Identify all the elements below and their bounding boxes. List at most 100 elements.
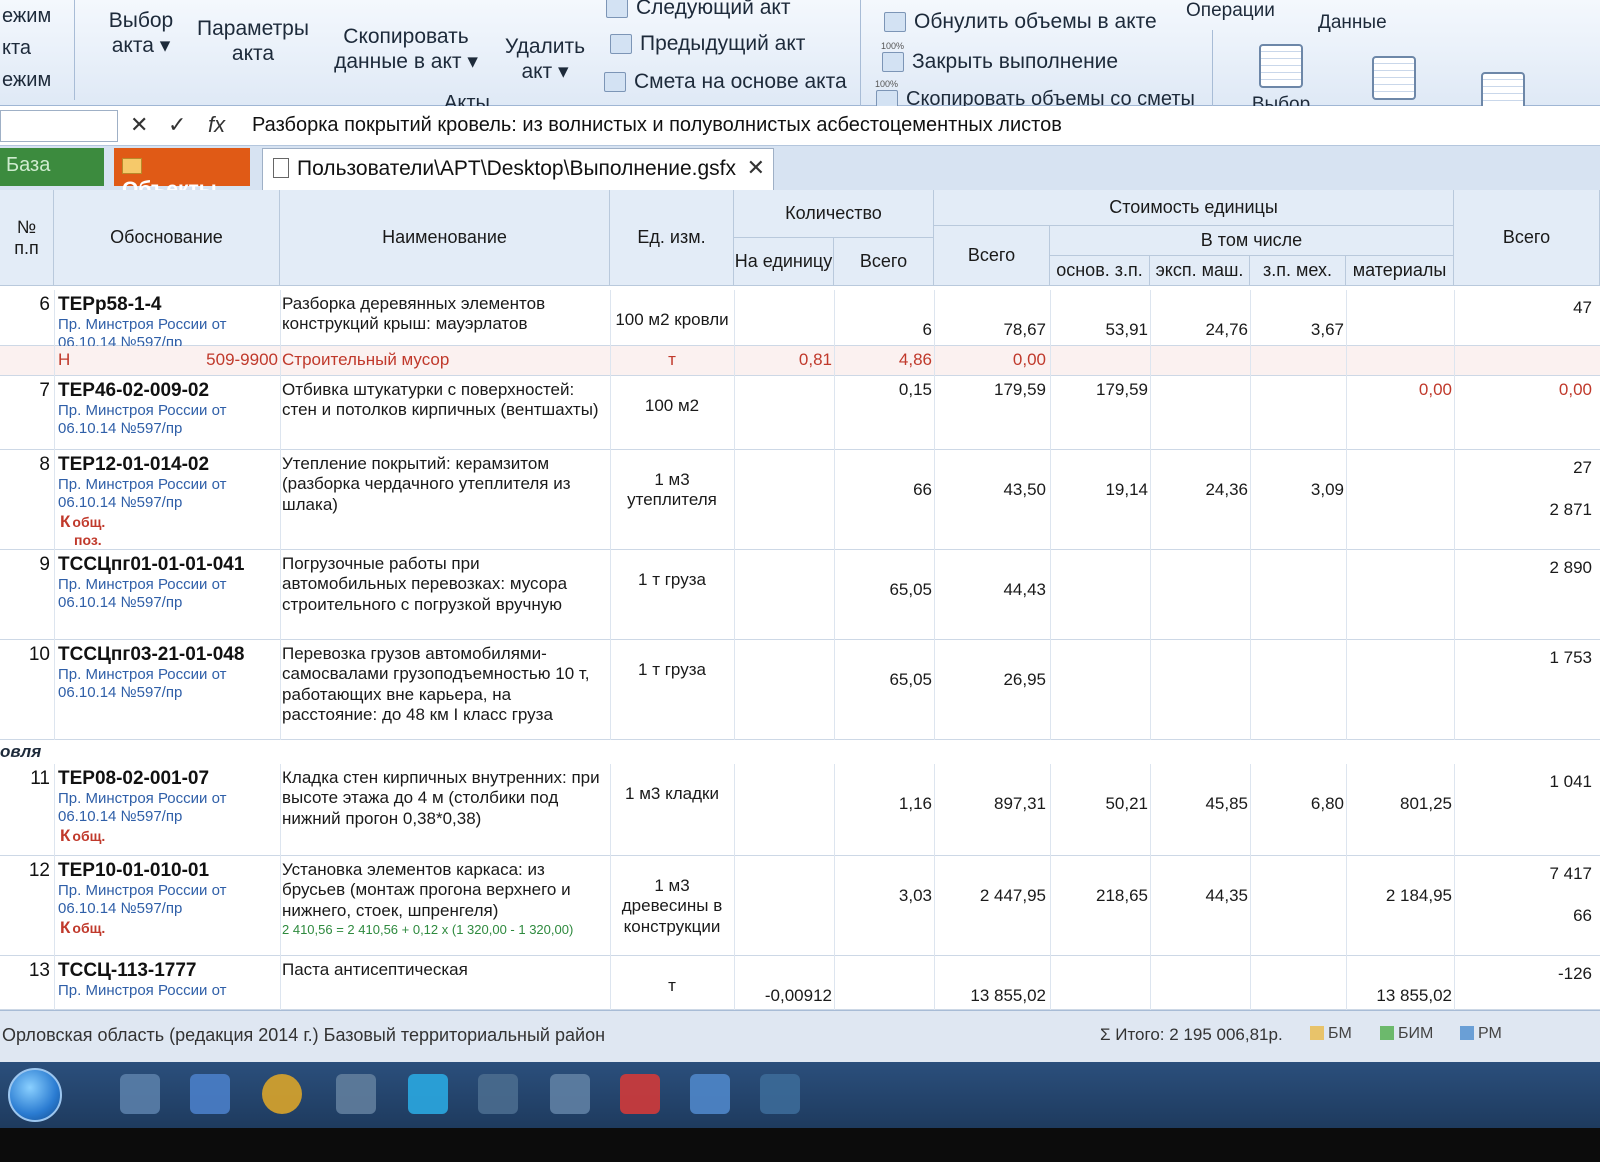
cell-unit[interactable]: 1 м3 утеплителя <box>612 470 732 511</box>
cell-n[interactable]: 8 <box>4 454 50 477</box>
cell-mat[interactable]: 13 855,02 <box>1348 986 1452 1006</box>
start-button-icon[interactable] <box>8 1068 62 1122</box>
cell-n[interactable]: 7 <box>4 380 50 403</box>
cell-qty[interactable]: 66 <box>836 480 932 500</box>
cell-code[interactable]: ТЕРр58-1-4 <box>58 294 278 317</box>
col-total-qty[interactable]: Всего <box>834 238 934 286</box>
file-tab[interactable]: Пользователи\APT\Desktop\Выполнение.gsfx… <box>262 148 774 190</box>
cell-total[interactable]: 66 <box>1456 906 1592 926</box>
grandsmeta-icon[interactable] <box>690 1074 730 1114</box>
cell-code[interactable]: Пр. Минстроя России от <box>58 790 278 808</box>
cell-wage[interactable]: 50,21 <box>1052 794 1148 814</box>
cell-code[interactable]: Пр. Минстроя России от <box>58 982 278 1000</box>
col-wage[interactable]: основ. з.п. <box>1050 256 1150 286</box>
col-quantity[interactable]: Количество <box>734 190 934 238</box>
function-icon[interactable]: fx <box>208 112 225 138</box>
tab-operations[interactable]: Операции <box>1186 0 1275 22</box>
cell-code[interactable]: Пр. Минстроя России от <box>58 316 278 334</box>
cell-total[interactable]: 27 <box>1456 458 1592 478</box>
cell-code[interactable]: 06.10.14 №597/пр <box>58 494 278 512</box>
cell-qty[interactable]: 6 <box>836 320 932 340</box>
cell-unit[interactable]: 1 м3 древесины в конструкции <box>612 876 732 937</box>
cell-code[interactable]: ТЕР12-01-014-02 <box>58 454 278 477</box>
cell-name[interactable]: Кладка стен кирпичных внутренних: при вы… <box>282 768 608 829</box>
ribbon-left-stub[interactable]: ежим кта ежим <box>0 0 56 96</box>
table-row[interactable]: 11 ТЕР08-02-001-07 Пр. Минстроя России от 0… <box>0 764 1600 856</box>
cell-cost[interactable]: 78,67 <box>936 320 1046 340</box>
cell-mat[interactable]: 0,00 <box>1348 380 1452 400</box>
cell-unit[interactable]: 1 т груза <box>612 570 732 590</box>
base-button[interactable]: База <box>0 148 104 186</box>
cell-qty[interactable]: 0,15 <box>836 380 932 400</box>
col-per-unit[interactable]: На единицу <box>734 238 834 286</box>
cell-name[interactable]: Отбивка штукатурки с поверхностей: стен … <box>282 380 608 421</box>
table-row[interactable]: 6 ТЕРр58-1-4 Пр. Минстроя России от 06.10.1… <box>0 290 1600 351</box>
reset-volumes-button[interactable]: Обнулить объемы в акте <box>884 10 1157 34</box>
name-box[interactable] <box>0 110 118 142</box>
table-row[interactable]: 10 ТССЦпг03-21-01-048 Пр. Минстроя России … <box>0 640 1600 740</box>
cell-wage[interactable]: 53,91 <box>1052 320 1148 340</box>
cell-code[interactable]: 06.10.14 №597/пр <box>58 420 278 438</box>
rm-toggle[interactable]: РМ <box>1460 1025 1502 1043</box>
table-row[interactable]: 13 ТССЦ-113-1777 Пр. Минстроя России от Пас… <box>0 956 1600 1010</box>
cell-code[interactable]: 06.10.14 №597/пр <box>58 594 278 612</box>
choose-act-button[interactable]: Выбор акта ▾ <box>96 8 186 58</box>
cell-cost[interactable]: 2 447,95 <box>936 886 1046 906</box>
cell-unit[interactable]: т <box>612 976 732 996</box>
objects-button[interactable]: Объекты <box>114 148 250 201</box>
col-machines[interactable]: эксп. маш. <box>1150 256 1250 286</box>
table-row[interactable]: 8 ТЕР12-01-014-02 Пр. Минстроя России от 06… <box>0 450 1600 550</box>
formula-input[interactable]: Разборка покрытий кровель: из волнистых … <box>252 114 1062 137</box>
cell-cost[interactable]: 0,00 <box>936 350 1046 370</box>
skype-icon[interactable] <box>408 1074 448 1114</box>
col-cost-total[interactable]: Всего <box>934 226 1050 286</box>
cell-n[interactable]: 12 <box>4 860 50 883</box>
cell-qty[interactable]: 1,16 <box>836 794 932 814</box>
cell-code[interactable]: ТССЦ-113-1777 <box>58 960 278 983</box>
cell-unit[interactable]: 1 т груза <box>612 660 732 680</box>
confirm-icon[interactable]: ✓ <box>168 112 186 138</box>
cell-wage[interactable]: 218,65 <box>1052 886 1148 906</box>
act-params-button[interactable]: Параметры акта <box>194 16 312 66</box>
delete-act-button[interactable]: Удалить акт ▾ <box>496 34 594 84</box>
next-act-button[interactable]: Следующий акт <box>606 0 790 20</box>
cell-wage[interactable]: 179,59 <box>1052 380 1148 400</box>
cell-qty[interactable]: 65,05 <box>836 580 932 600</box>
cell-n[interactable]: 11 <box>4 768 50 791</box>
cell-n[interactable]: 6 <box>4 294 50 317</box>
table-row[interactable]: 7 ТЕР46-02-009-02 Пр. Минстроя России от 06… <box>0 376 1600 450</box>
cell-name[interactable]: Паста антисептическая <box>282 960 608 980</box>
cell-n[interactable]: 9 <box>4 554 50 577</box>
cell-cost[interactable]: 44,43 <box>936 580 1046 600</box>
cell-mach[interactable]: 45,85 <box>1152 794 1248 814</box>
col-name[interactable]: Наименование <box>280 190 610 286</box>
cell-name[interactable]: Утепление покрытий: керамзитом (разборка… <box>282 454 608 515</box>
col-wage-mech[interactable]: з.п. мех. <box>1250 256 1346 286</box>
cell-per[interactable]: -0,00912 <box>736 986 832 1006</box>
cell-wage[interactable]: 19,14 <box>1052 480 1148 500</box>
cell-mach[interactable]: 24,36 <box>1152 480 1248 500</box>
cell-unit[interactable]: 100 м2 кровли <box>612 310 732 330</box>
col-unit[interactable]: Ед. изм. <box>610 190 734 286</box>
yandex-icon[interactable] <box>478 1074 518 1114</box>
col-materials[interactable]: материалы <box>1346 256 1454 286</box>
cell-name[interactable]: 2 410,56 = 2 410,56 + 0,12 x (1 320,00 -… <box>282 922 608 938</box>
cell-mech[interactable]: 3,67 <box>1252 320 1344 340</box>
col-basis[interactable]: Обоснование <box>54 190 280 286</box>
cell-name[interactable]: Строительный мусор <box>282 350 608 370</box>
cell-code[interactable]: 06.10.14 №597/пр <box>58 808 278 826</box>
cell-mach[interactable]: 24,76 <box>1152 320 1248 340</box>
cell-code[interactable]: ТЕР46-02-009-02 <box>58 380 278 403</box>
table-row[interactable]: Н 509-9900 Строительный мусор т 0,81 4,86 0,00 <box>0 346 1600 376</box>
cell-name[interactable]: Погрузочные работы при автомобильных пер… <box>282 554 608 615</box>
cell-total[interactable]: 2 871 <box>1456 500 1592 520</box>
bm-toggle[interactable]: БМ <box>1310 1025 1352 1043</box>
cell-qty[interactable]: 4,86 <box>836 350 932 370</box>
cell-unit[interactable]: т <box>612 350 732 370</box>
app-icon-2[interactable] <box>190 1074 230 1114</box>
close-execution-button[interactable]: Закрыть выполнение <box>881 41 1118 74</box>
cell-cost[interactable]: 26,95 <box>936 670 1046 690</box>
cell-code[interactable]: 06.10.14 №597/пр <box>58 900 278 918</box>
cell-code[interactable]: ТЕР08-02-001-07 <box>58 768 278 791</box>
cell-mach[interactable]: 44,35 <box>1152 886 1248 906</box>
